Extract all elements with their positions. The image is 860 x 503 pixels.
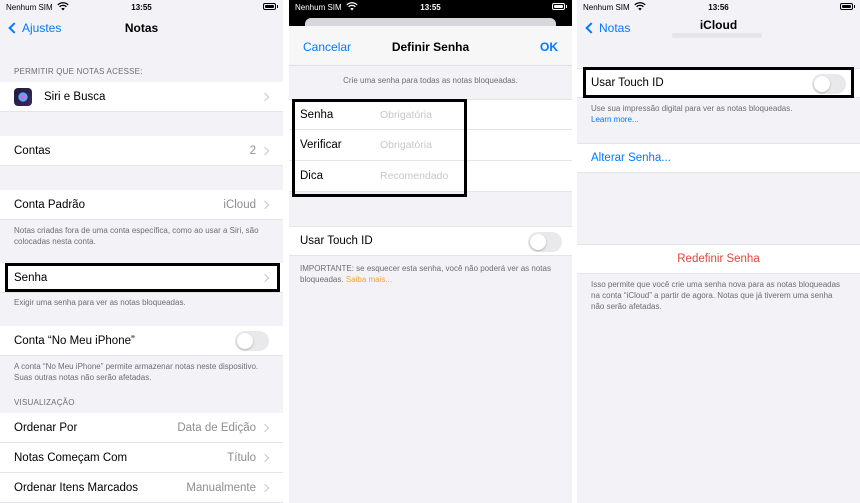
status-time: 13:56 [708,3,729,12]
touch-id-footer-text: Use sua impressão digital para ver as no… [591,104,793,113]
status-bar: Nenhum SIM 13:55 [0,0,283,14]
touch-id-toggle[interactable] [528,232,562,252]
password-label: Senha [14,271,48,284]
default-account-value: iCloud [223,198,256,211]
status-time: 13:55 [420,3,441,12]
battery-icon [840,3,855,10]
on-my-iphone-row: Conta “No Meu iPhone” [0,326,283,356]
chevron-right-icon [260,146,270,156]
touch-id-label: Usar Touch ID [300,235,373,247]
touch-id-toggle[interactable] [812,74,846,94]
notes-start-label: Notas Começam Com [14,451,128,464]
hint-field-label: Dica [300,170,324,182]
set-password-sheet: Cancelar Definir Senha OK Crie uma senha… [289,26,572,503]
battery-icon [552,3,567,10]
sort-by-value: Data de Edição [177,421,256,434]
touch-id-row: Usar Touch ID [577,68,860,98]
touch-id-row: Usar Touch ID [289,226,572,256]
status-bar: Nenhum SIM 13:56 [577,0,860,14]
page-title: iCloud [699,18,738,32]
important-text: IMPORTANTE: se esquecer esta senha, você… [300,264,551,284]
chevron-right-icon [260,200,270,210]
blurred-account-subtitle [672,33,762,38]
section-header-view: VISUALIZAÇÃO [14,398,75,407]
change-password-button[interactable]: Alterar Senha... [577,143,860,173]
touch-id-footer: Use sua impressão digital para ver as no… [591,103,848,125]
status-bar: Nenhum SIM 13:55 [289,0,572,14]
reset-password-button[interactable]: Redefinir Senha [577,244,860,274]
verify-input[interactable]: Obrigatória [380,139,432,151]
default-account-row[interactable]: Conta Padrão iCloud [0,190,283,220]
siri-search-label: Siri e Busca [44,90,106,103]
nav-bar: Ajustes Notas [0,14,283,44]
accounts-label: Contas [14,144,51,157]
password-field-row[interactable]: Senha Obrigatória [289,99,572,130]
sort-checked-value: Manualmente [186,481,256,494]
notes-settings-screen: Nenhum SIM 13:55 Ajustes Notas PERMITIR … [0,0,283,503]
sheet-title: Definir Senha [391,40,470,54]
notes-start-value: Título [227,451,256,464]
accounts-count: 2 [249,144,256,157]
notes-start-row[interactable]: Notas Começam Com Título [0,443,283,473]
touch-id-label: Usar Touch ID [591,77,664,89]
section-header-access: PERMITIR QUE NOTAS ACESSE: [14,67,143,76]
ok-button[interactable]: OK [540,40,558,54]
accounts-row[interactable]: Contas 2 [0,136,283,166]
sheet-nav-bar: Cancelar Definir Senha OK [289,26,572,66]
password-row[interactable]: Senha [0,263,283,293]
password-field-label: Senha [300,108,334,121]
chevron-right-icon [260,483,270,493]
on-my-iphone-footer: A conta “No Meu iPhone” permite armazena… [14,362,259,382]
verify-field-label: Verificar [300,139,342,151]
chevron-right-icon [260,92,270,102]
learn-more-link[interactable]: Saiba mais... [346,275,392,284]
sort-by-label: Ordenar Por [14,421,78,434]
chevron-right-icon [260,273,270,283]
sort-checked-row[interactable]: Ordenar Itens Marcados Manualmente [0,473,283,503]
sort-by-row[interactable]: Ordenar Por Data de Edição [0,413,283,443]
set-password-intro: Crie uma senha para todas as notas bloqu… [343,76,518,85]
page-title: Notas [124,21,159,35]
set-password-screen: Nenhum SIM 13:55 Cancelar Definir Senha … [289,0,572,503]
icloud-password-screen: Nenhum SIM 13:56 Notas iCloud Usar Touch… [577,0,860,503]
password-footer: Exigir uma senha para ver as notas bloqu… [14,298,186,307]
hint-input[interactable]: Recomendado [380,170,448,182]
on-my-iphone-toggle[interactable] [235,331,269,351]
siri-search-row[interactable]: Siri e Busca [0,82,283,112]
reset-password-footer: Isso permite que você crie uma senha nov… [591,280,841,311]
verify-field-row[interactable]: Verificar Obrigatória [289,130,572,161]
chevron-right-icon [260,423,270,433]
default-account-footer: Notas criadas fora de uma conta específi… [14,226,259,246]
battery-icon [263,3,278,10]
sort-checked-label: Ordenar Itens Marcados [14,481,139,494]
learn-more-link[interactable]: Learn more... [591,114,848,125]
status-time: 13:55 [131,3,152,12]
important-footer: IMPORTANTE: se esquecer esta senha, você… [300,263,560,285]
password-input[interactable]: Obrigatória [380,109,432,121]
hint-field-row[interactable]: Dica Recomendado [289,161,572,192]
nav-bar: Notas iCloud [577,14,860,44]
chevron-right-icon [260,453,270,463]
siri-icon [14,87,32,106]
on-my-iphone-label: Conta “No Meu iPhone” [14,334,135,347]
default-account-label: Conta Padrão [14,198,85,211]
